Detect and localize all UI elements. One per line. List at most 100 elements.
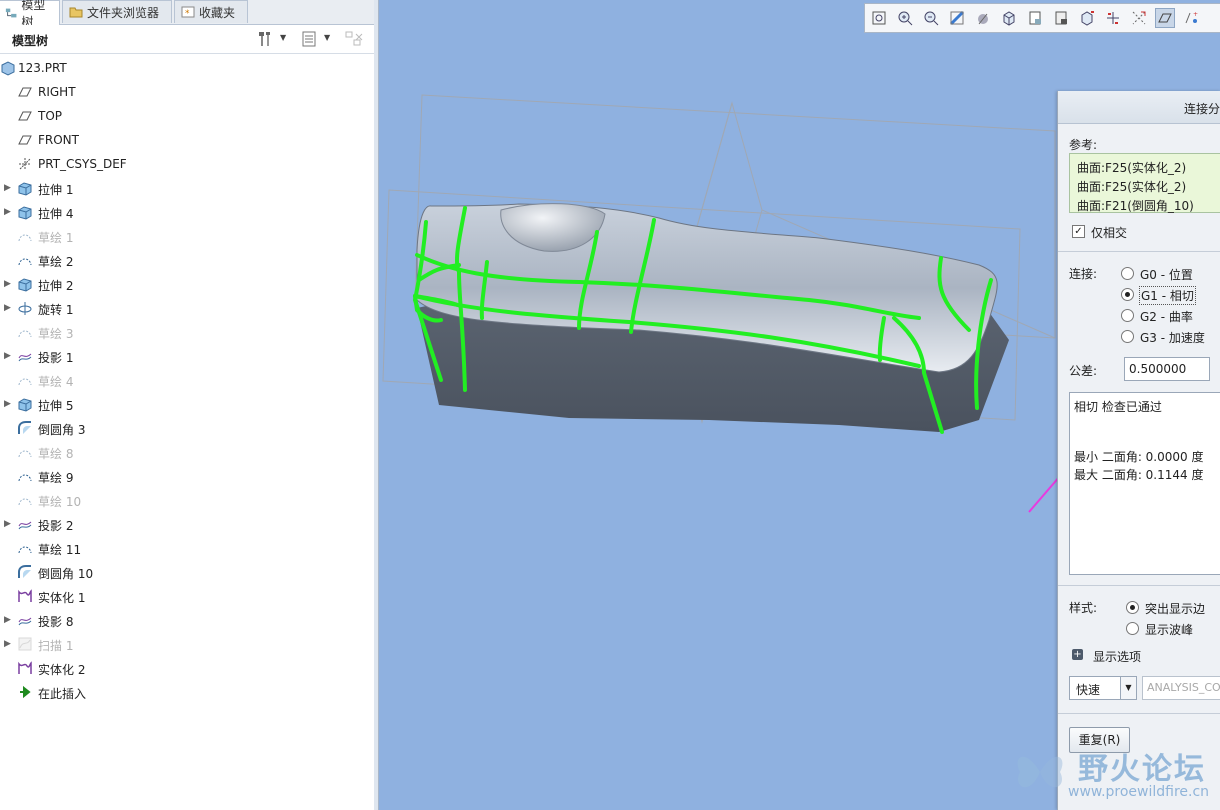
expand-arrow-icon[interactable]: ▶ [4, 183, 12, 193]
expand-arrow-icon[interactable]: ▶ [4, 351, 12, 361]
analysis-name-input[interactable]: ANALYSIS_CO [1142, 676, 1220, 700]
tree-item[interactable]: 草绘 8 [0, 440, 374, 464]
show-dropdown-icon[interactable]: ▼ [324, 33, 330, 42]
tree-item[interactable]: PRT_CSYS_DEF [0, 152, 374, 176]
radio-g1[interactable] [1121, 288, 1134, 301]
sketch-icon [17, 468, 33, 484]
datum-axis-icon [1132, 11, 1146, 25]
saved-views-button[interactable] [1025, 8, 1045, 28]
tree-item[interactable]: 草绘 3 [0, 320, 374, 344]
tab-favorites[interactable]: * 收藏夹 [174, 0, 248, 23]
expand-arrow-icon[interactable]: ▶ [4, 639, 12, 649]
dialog-titlebar: 连接分 [1058, 91, 1220, 124]
chevron-down-icon[interactable]: ▼ [1120, 677, 1136, 699]
project-icon [17, 348, 33, 364]
project-icon [17, 612, 33, 628]
datum-planes-toggle[interactable] [1155, 8, 1175, 28]
tree-item[interactable]: 在此插入 [0, 680, 374, 704]
tree-item[interactable]: 草绘 4 [0, 368, 374, 392]
repaint-button[interactable] [947, 8, 967, 28]
tree-item-label: 投影 8 [38, 615, 74, 629]
reference-item[interactable]: 曲面:F25(实体化_2) [1077, 159, 1186, 176]
tree-item[interactable]: ▶ 拉伸 4 [0, 200, 374, 224]
expand-arrow-icon[interactable]: ▶ [4, 615, 12, 625]
tree-item[interactable]: ▶ 拉伸 5 [0, 392, 374, 416]
expand-arrow-icon[interactable]: ▶ [4, 303, 12, 313]
settings-dropdown-icon[interactable]: ▼ [280, 33, 286, 42]
radio-g0-label: G0 - 位置 [1140, 268, 1193, 282]
insert-arrow-icon [17, 684, 33, 700]
reference-item[interactable]: 曲面:F25(实体化_2) [1077, 178, 1186, 195]
view-manager-button[interactable] [999, 8, 1019, 28]
tree-item[interactable]: TOP [0, 104, 374, 128]
extrude-icon [17, 396, 33, 412]
expand-arrow-icon[interactable]: ▶ [4, 279, 12, 289]
expand-arrow-icon[interactable]: ▶ [4, 399, 12, 409]
tree-item[interactable]: 草绘 11 [0, 536, 374, 560]
tab-model-tree[interactable]: 模型树 [0, 0, 60, 29]
radio-g3[interactable] [1121, 330, 1134, 343]
tree-item[interactable]: 倒圆角 3 [0, 416, 374, 440]
tree-item-label: RIGHT [38, 85, 76, 99]
result-status: 相切 检查已通过 [1074, 400, 1162, 414]
references-list[interactable]: 曲面:F25(实体化_2) 曲面:F25(实体化_2) 曲面:F21(倒圆角_1… [1069, 153, 1220, 213]
tree-item[interactable]: ▶ 扫描 1 [0, 632, 374, 656]
tree-item-label: 草绘 3 [38, 327, 74, 341]
sketch-icon [17, 540, 33, 556]
datum-axes-button[interactable] [1129, 8, 1149, 28]
tree-item[interactable]: 123.PRT [0, 56, 374, 80]
tree-item-label: 扫描 1 [38, 639, 74, 653]
revolve-icon [17, 300, 33, 316]
datum-plane-icon [17, 132, 33, 148]
dialog-title: 连接分 [1184, 102, 1220, 116]
spin-center-button[interactable] [1103, 8, 1123, 28]
zoom-out-button[interactable] [921, 8, 941, 28]
datum-points-button[interactable]: + [1181, 8, 1201, 28]
zoom-in-icon [898, 11, 913, 26]
reference-item[interactable]: 曲面:F21(倒圆角_10) [1077, 197, 1194, 214]
tree-item[interactable]: ▶ 投影 2 [0, 512, 374, 536]
show-list-icon[interactable] [300, 30, 318, 48]
tree-item[interactable]: ▶ 投影 1 [0, 344, 374, 368]
tree-item[interactable]: FRONT [0, 128, 374, 152]
tree-item[interactable]: 草绘 10 [0, 488, 374, 512]
tree-item[interactable]: ▶ 拉伸 2 [0, 272, 374, 296]
tree-item[interactable]: RIGHT [0, 80, 374, 104]
tab-folder-browser[interactable]: 文件夹浏览器 [62, 0, 172, 23]
tree-item-label: 拉伸 1 [38, 183, 74, 197]
shading-button[interactable] [973, 8, 993, 28]
tree-item[interactable]: ▶ 拉伸 1 [0, 176, 374, 200]
zoom-in-button[interactable] [895, 8, 915, 28]
tree-item[interactable]: 草绘 2 [0, 248, 374, 272]
expand-arrow-icon[interactable]: ▶ [4, 519, 12, 529]
tolerance-input[interactable]: 0.500000 [1124, 357, 1210, 381]
expand-arrow-icon[interactable]: ▶ [4, 207, 12, 217]
display-style-button[interactable] [1051, 8, 1071, 28]
project-icon [17, 516, 33, 532]
divider [1058, 713, 1220, 714]
display-style-icon [1055, 11, 1067, 25]
tree-item[interactable]: 实体化 1 [0, 584, 374, 608]
display-options-label[interactable]: 显示选项 [1093, 648, 1141, 665]
settings-tools-icon[interactable] [256, 30, 274, 48]
radio-show-peaks-label: 显示波峰 [1145, 623, 1194, 637]
orient-icon [1081, 11, 1094, 26]
sketch-icon [17, 228, 33, 244]
radio-show-peaks[interactable] [1126, 622, 1139, 635]
tree-item-label: 草绘 8 [38, 447, 74, 461]
tree-item[interactable]: 实体化 2 [0, 656, 374, 680]
refit-button[interactable] [869, 8, 889, 28]
tree-item[interactable]: ▶ 投影 8 [0, 608, 374, 632]
tree-item[interactable]: 草绘 9 [0, 464, 374, 488]
tree-item[interactable]: 倒圆角 10 [0, 560, 374, 584]
orient-button[interactable] [1077, 8, 1097, 28]
tree-item[interactable]: ▶ 旋转 1 [0, 296, 374, 320]
radio-highlight-edges[interactable] [1126, 601, 1139, 614]
radio-g0[interactable] [1121, 267, 1134, 280]
expand-plus-icon[interactable]: + [1072, 649, 1083, 660]
intersect-only-checkbox[interactable]: ✓ [1072, 225, 1085, 238]
tree-item[interactable]: 草绘 1 [0, 224, 374, 248]
radio-g2[interactable] [1121, 309, 1134, 322]
tree-item-label: 拉伸 4 [38, 207, 74, 221]
mode-select[interactable]: 快速 ▼ [1069, 676, 1137, 700]
